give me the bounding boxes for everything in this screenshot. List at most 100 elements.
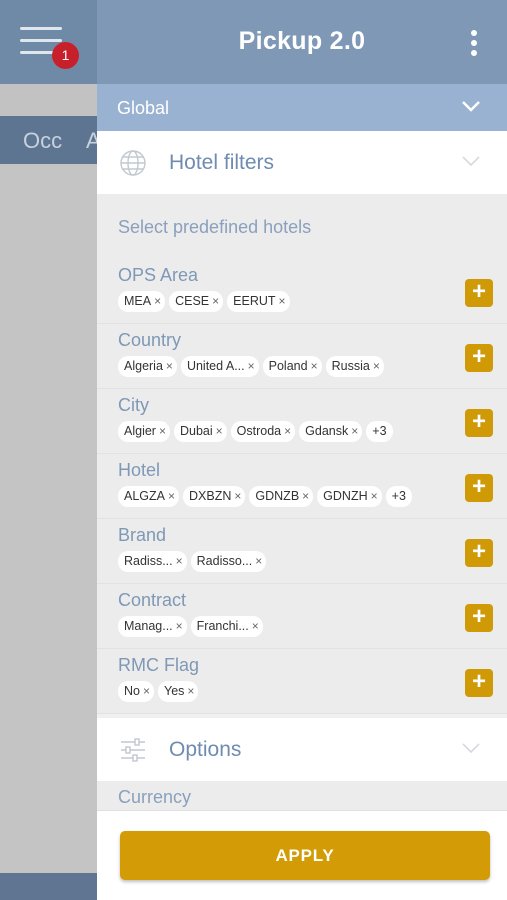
close-icon[interactable]: ×: [284, 424, 291, 439]
close-icon[interactable]: ×: [176, 619, 183, 634]
filter-chip: MEA ×: [118, 291, 166, 312]
chip-list: ALGZA × DXBZN × GDNZB × GDNZH × +3: [118, 486, 412, 507]
more-chip[interactable]: +3: [385, 486, 412, 507]
filter-chip-label: Algeria: [124, 359, 163, 373]
close-icon[interactable]: ×: [234, 489, 241, 504]
chevron-down-icon: [462, 156, 480, 167]
filter-group-label: City: [118, 395, 149, 415]
filter-drawer: Pickup 2.0 Global Hotel filters Select p…: [97, 0, 507, 900]
filter-group: Brand Radiss... × Radisso... × +: [97, 519, 507, 584]
filter-group-label: Hotel: [118, 460, 161, 480]
filter-chip: Algeria ×: [118, 356, 177, 377]
filter-chip-label: Yes: [164, 684, 185, 698]
chip-list: MEA × CESE × EERUT ×: [118, 291, 290, 312]
filter-group: Country Algeria × United A... × Poland × Russia…: [97, 324, 507, 389]
filter-chip-label: Dubai: [179, 424, 213, 438]
chevron-down-icon: [462, 743, 480, 754]
filter-chip-label: Radisso...: [196, 554, 253, 568]
hotel-filters-header[interactable]: Hotel filters: [97, 131, 507, 194]
filter-chip: United A... ×: [180, 356, 259, 377]
close-icon[interactable]: ×: [159, 424, 166, 439]
filter-chip-label: CESE: [175, 294, 210, 308]
kebab-icon[interactable]: [471, 30, 479, 60]
close-icon[interactable]: ×: [311, 359, 318, 374]
predefined-hotels-link[interactable]: Select predefined hotels: [97, 195, 507, 259]
plus-icon[interactable]: +: [465, 409, 493, 437]
chevron-down-icon: [462, 101, 480, 112]
filter-chip: Manag... ×: [118, 616, 187, 637]
filter-chip-label: Manag...: [124, 619, 173, 633]
background-tab-occ[interactable]: Occ: [23, 128, 62, 154]
filter-chip: Franchi... ×: [190, 616, 263, 637]
filter-chip-label: DXBZN: [189, 489, 232, 503]
close-icon[interactable]: ×: [212, 294, 219, 309]
filter-chip-label: United A...: [186, 359, 245, 373]
close-icon[interactable]: ×: [248, 359, 255, 374]
hotel-filters-title: Hotel filters: [169, 151, 275, 174]
plus-icon[interactable]: +: [465, 344, 493, 372]
filter-chip: EERUT ×: [227, 291, 290, 312]
chip-list: Algier × Dubai × Ostroda × Gdansk × +3: [118, 421, 393, 442]
filter-group-label: OPS Area: [118, 265, 199, 285]
filter-chip-label: Poland: [268, 359, 308, 373]
filter-chip-label: Russia: [331, 359, 370, 373]
filter-chip: Algier ×: [118, 421, 170, 442]
filter-chip: Radisso... ×: [190, 551, 267, 572]
plus-icon[interactable]: +: [465, 279, 493, 307]
global-dropdown[interactable]: Global: [97, 84, 507, 131]
close-icon[interactable]: ×: [252, 619, 259, 634]
close-icon[interactable]: ×: [216, 424, 223, 439]
filter-chip: Poland ×: [262, 356, 322, 377]
notification-badge: 1: [52, 42, 79, 69]
filter-group: Contract Manag... × Franchi... × +: [97, 584, 507, 649]
close-icon[interactable]: ×: [143, 684, 150, 699]
filter-chip: Gdansk ×: [299, 421, 363, 442]
filter-group-label: Brand: [118, 525, 167, 545]
filter-chip-label: Franchi...: [196, 619, 249, 633]
close-icon[interactable]: ×: [187, 684, 194, 699]
drawer-footer: APPLY: [97, 810, 507, 900]
apply-button[interactable]: APPLY: [120, 831, 490, 880]
close-icon[interactable]: ×: [166, 359, 173, 374]
more-chip[interactable]: +3: [366, 421, 393, 442]
close-icon[interactable]: ×: [351, 424, 358, 439]
filter-chip: DXBZN ×: [183, 486, 246, 507]
filter-chip: GDNZH ×: [317, 486, 382, 507]
options-header[interactable]: Options: [97, 718, 507, 781]
filter-chip-label: EERUT: [233, 294, 276, 308]
drawer-header: Pickup 2.0: [97, 0, 507, 84]
options-title: Options: [169, 738, 242, 761]
filter-chip-label: Gdansk: [305, 424, 349, 438]
filter-chip: GDNZB ×: [249, 486, 314, 507]
plus-icon[interactable]: +: [465, 539, 493, 567]
close-icon[interactable]: ×: [371, 489, 378, 504]
close-icon[interactable]: ×: [255, 554, 262, 569]
hotel-filters-body: Select predefined hotels OPS Area MEA × CES…: [97, 194, 507, 714]
plus-icon[interactable]: +: [465, 474, 493, 502]
filter-chip-label: Ostroda: [236, 424, 282, 438]
close-icon[interactable]: ×: [176, 554, 183, 569]
filter-chip: CESE ×: [169, 291, 224, 312]
filter-group-label: RMC Flag: [118, 655, 200, 675]
chip-list: Radiss... × Radisso... ×: [118, 551, 267, 572]
chip-list: No × Yes ×: [118, 681, 199, 702]
plus-icon[interactable]: +: [465, 604, 493, 632]
filter-chip-label: GDNZB: [255, 489, 300, 503]
filter-group: City Algier × Dubai × Ostroda × Gdansk × +3 +: [97, 389, 507, 454]
chip-list: Manag... × Franchi... ×: [118, 616, 263, 637]
filter-group-label: Contract: [118, 590, 187, 610]
filter-group: RMC Flag No × Yes × +: [97, 649, 507, 714]
filter-group: Hotel ALGZA × DXBZN × GDNZB × GDNZH × +3 +: [97, 454, 507, 519]
app-title: Pickup 2.0: [238, 27, 366, 55]
close-icon[interactable]: ×: [279, 294, 286, 309]
filter-chip: ALGZA ×: [118, 486, 180, 507]
globe-icon: [120, 150, 146, 176]
filter-group: OPS Area MEA × CESE × EERUT × +: [97, 259, 507, 324]
filter-chip-label: Algier: [124, 424, 156, 438]
close-icon[interactable]: ×: [373, 359, 380, 374]
close-icon[interactable]: ×: [154, 294, 161, 309]
close-icon[interactable]: ×: [302, 489, 309, 504]
sliders-icon: [121, 738, 145, 762]
close-icon[interactable]: ×: [168, 489, 175, 504]
plus-icon[interactable]: +: [465, 669, 493, 697]
